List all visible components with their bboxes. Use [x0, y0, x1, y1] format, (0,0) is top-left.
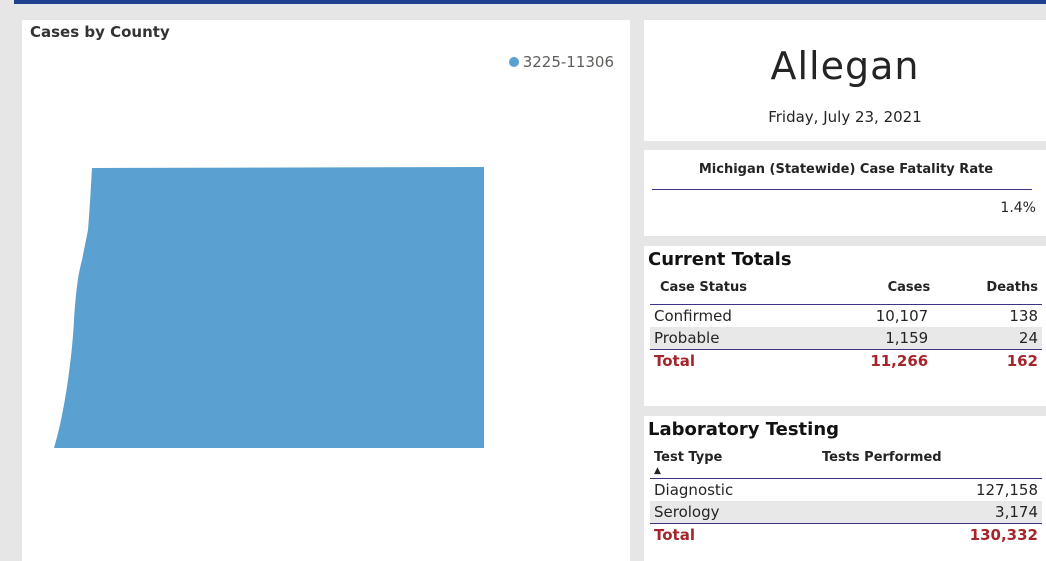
table-cell: 11,266 — [814, 349, 941, 372]
laboratory-testing-table: Test Type ▲ Tests Performed Diagnostic 1… — [650, 450, 1042, 546]
table-cell: 162 — [940, 349, 1042, 372]
table-row[interactable]: Probable 1,159 24 — [650, 327, 1042, 350]
column-header-case-status[interactable]: Case Status — [650, 280, 814, 305]
table-cell: Total — [650, 523, 818, 546]
table-total-row: Total 11,266 162 — [650, 349, 1042, 372]
current-totals-card: Current Totals Case Status Cases Deaths … — [644, 246, 1046, 406]
fatality-rate-card: Michigan (Statewide) Case Fatality Rate … — [644, 150, 1046, 236]
county-name: Allegan — [770, 44, 920, 88]
table-cell: 130,332 — [818, 523, 1042, 546]
table-cell: 138 — [1009, 307, 1038, 325]
table-cell: 24 — [940, 327, 1042, 350]
map-title: Cases by County — [30, 23, 170, 41]
table-row[interactable]: Diagnostic 127,158 — [650, 479, 1042, 502]
table-cell: 1,159 — [814, 327, 941, 350]
table-cell: 127,158 — [975, 481, 1038, 499]
fatality-rate-value: 1.4% — [1000, 200, 1036, 216]
current-totals-title: Current Totals — [648, 249, 792, 270]
divider — [652, 189, 1032, 190]
column-header-tests-performed[interactable]: Tests Performed — [818, 450, 1042, 479]
current-totals-table: Case Status Cases Deaths Confirmed 10,10… — [650, 280, 1042, 372]
map-legend: 3225-11306 — [508, 53, 614, 71]
table-cell: Serology — [650, 501, 818, 524]
laboratory-testing-title: Laboratory Testing — [648, 419, 840, 440]
table-cell: Total — [650, 349, 814, 372]
table-cell: Probable — [650, 327, 814, 350]
fatality-rate-header: Michigan (Statewide) Case Fatality Rate — [698, 162, 994, 177]
county-map — [54, 167, 484, 448]
county-card: Allegan Friday, July 23, 2021 — [644, 20, 1046, 141]
table-cell: Confirmed — [654, 307, 732, 325]
column-header-cases[interactable]: Cases — [814, 280, 941, 305]
legend-label: 3225-11306 — [522, 53, 614, 71]
table-cell: 3,174 — [818, 501, 1042, 524]
column-header-deaths[interactable]: Deaths — [940, 280, 1042, 305]
table-header-row: Case Status Cases Deaths — [650, 280, 1042, 305]
map-visual[interactable]: Cases by County 3225-11306 — [22, 20, 630, 561]
table-cell: Diagnostic — [654, 481, 734, 499]
report-date: Friday, July 23, 2021 — [768, 108, 922, 126]
column-header-test-type[interactable]: Test Type ▲ — [650, 450, 818, 479]
sort-ascending-icon: ▲ — [654, 466, 661, 476]
county-shape[interactable] — [54, 167, 484, 448]
top-accent-bar — [14, 0, 1046, 4]
table-row[interactable]: Confirmed 10,107 138 — [650, 305, 1042, 328]
table-header-row: Test Type ▲ Tests Performed — [650, 450, 1042, 479]
table-cell: 10,107 — [875, 307, 929, 325]
laboratory-testing-card: Laboratory Testing Test Type ▲ Tests Per… — [644, 416, 1046, 561]
legend-dot-icon — [508, 57, 519, 67]
table-total-row: Total 130,332 — [650, 523, 1042, 546]
table-row[interactable]: Serology 3,174 — [650, 501, 1042, 524]
column-header-label: Test Type — [654, 450, 723, 465]
